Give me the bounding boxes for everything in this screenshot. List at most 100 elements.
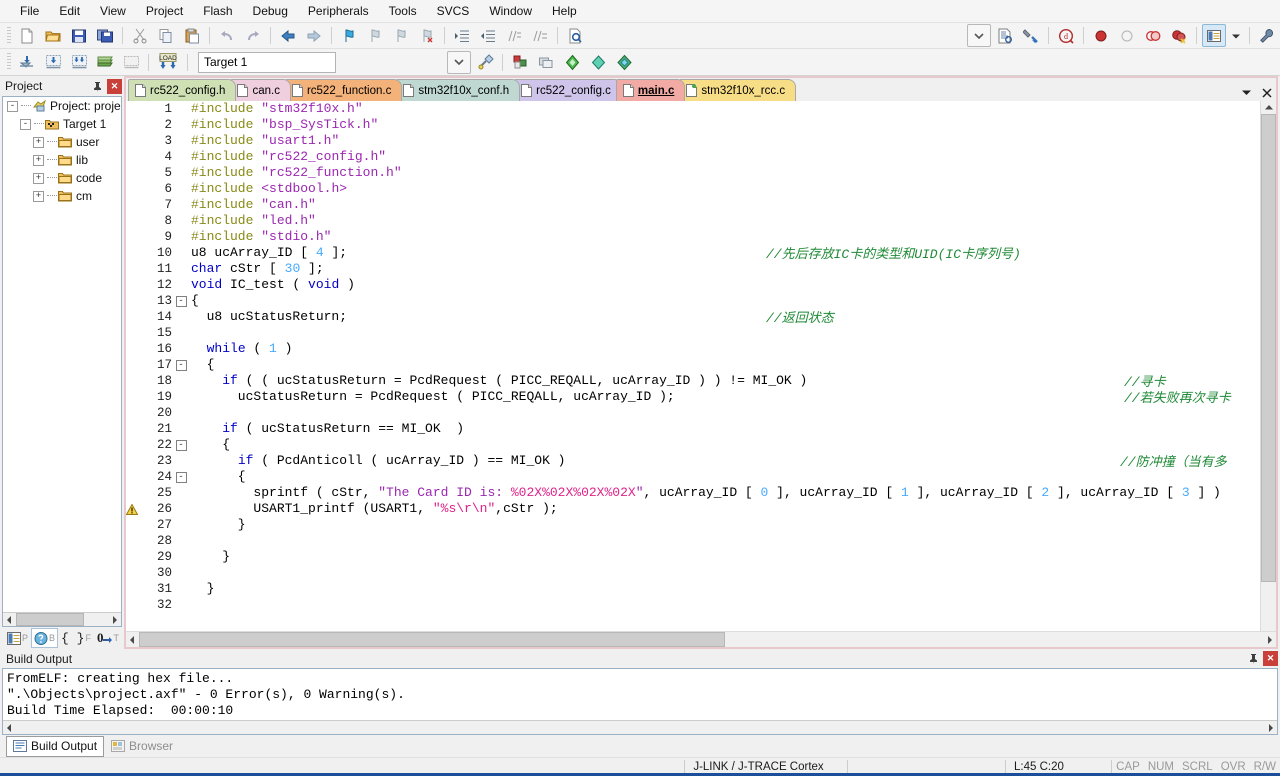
project-tree[interactable]: -Project: proje-Target 1+user+lib+code+c…: [2, 96, 122, 627]
toolbar-grip[interactable]: [7, 27, 11, 45]
code-vscrollbar[interactable]: [1260, 101, 1276, 631]
tree-node-lib[interactable]: +lib: [3, 151, 121, 169]
stop-build-icon[interactable]: [119, 51, 143, 74]
undo-icon[interactable]: [215, 24, 239, 47]
warning-icon[interactable]: [126, 504, 144, 515]
scroll-left-arrow[interactable]: [126, 634, 139, 646]
code-line[interactable]: 20: [126, 405, 1260, 421]
target-selector[interactable]: Target 1: [198, 52, 336, 73]
new-file-icon[interactable]: [15, 24, 39, 47]
manage-project-items-icon[interactable]: [534, 51, 558, 74]
scroll-up-arrow[interactable]: [1262, 101, 1275, 114]
code-line[interactable]: 29 }: [126, 549, 1260, 565]
code-line[interactable]: 18 if ( ( ucStatusReturn = PcdRequest ( …: [126, 373, 1260, 389]
tree-node-user[interactable]: +user: [3, 133, 121, 151]
start-debug-icon[interactable]: d: [1054, 24, 1078, 47]
pin-icon[interactable]: [90, 79, 105, 94]
editor-tab-can-c[interactable]: can.c: [230, 79, 291, 101]
pin-icon[interactable]: [1246, 651, 1261, 666]
code-line[interactable]: 14 u8 ucStatusReturn;: [126, 309, 1260, 325]
code-text-area[interactable]: 1#include "stm32f10x.h"2#include "bsp_Sy…: [126, 101, 1260, 631]
code-line[interactable]: 17- {: [126, 357, 1260, 373]
menu-item-debug[interactable]: Debug: [243, 2, 298, 20]
next-bookmark-icon[interactable]: [363, 24, 387, 47]
menu-item-flash[interactable]: Flash: [193, 2, 242, 20]
editor-tab-rc522-config-h[interactable]: rc522_config.h: [128, 79, 236, 101]
code-line[interactable]: 16 while ( 1 ): [126, 341, 1260, 357]
code-line[interactable]: 30: [126, 565, 1260, 581]
toggle-bookmark-icon[interactable]: [337, 24, 361, 47]
code-line[interactable]: 21 if ( ucStatusReturn == MI_OK ): [126, 421, 1260, 437]
copy-icon[interactable]: [154, 24, 178, 47]
scroll-left-arrow[interactable]: [3, 614, 16, 626]
open-file-icon[interactable]: [41, 24, 65, 47]
search-dropdown-icon[interactable]: [967, 24, 991, 47]
scroll-left-arrow[interactable]: [3, 722, 16, 734]
chevron-down-icon[interactable]: [1239, 89, 1254, 97]
expand-expander-icon[interactable]: +: [33, 173, 44, 184]
code-line[interactable]: 10u8 ucArray_ID [ 4 ];: [126, 245, 1260, 261]
menu-item-view[interactable]: View: [90, 2, 136, 20]
menu-item-tools[interactable]: Tools: [379, 2, 427, 20]
code-hscrollbar[interactable]: [126, 631, 1276, 647]
code-line[interactable]: 32: [126, 597, 1260, 613]
rebuild-all-icon[interactable]: [67, 51, 91, 74]
templates-tab[interactable]: 0 T: [94, 628, 122, 648]
code-line[interactable]: 5#include "rc522_function.h": [126, 165, 1260, 181]
code-line[interactable]: 23 if ( PcdAnticoll ( ucArray_ID ) == MI…: [126, 453, 1260, 469]
collapse-expander-icon[interactable]: -: [7, 101, 18, 112]
expand-expander-icon[interactable]: +: [33, 155, 44, 166]
navigate-forward-icon[interactable]: [302, 24, 326, 47]
editor-tab-rc522-function-c[interactable]: rc522_function.c: [285, 79, 402, 101]
scroll-right-arrow[interactable]: [108, 614, 121, 626]
manage-components-icon[interactable]: [508, 51, 532, 74]
save-icon[interactable]: [67, 24, 91, 47]
tab-build-output[interactable]: Build Output: [6, 736, 104, 757]
menu-item-peripherals[interactable]: Peripherals: [298, 2, 379, 20]
code-line[interactable]: 15: [126, 325, 1260, 341]
build-output-log-area[interactable]: FromELF: creating hex file... ".\Objects…: [2, 668, 1278, 735]
editor-tab-stm32f10x-rcc-c[interactable]: stm32f10x_rcc.c: [679, 79, 796, 101]
code-line[interactable]: 13-{: [126, 293, 1260, 309]
project-tree-hscrollbar[interactable]: [3, 612, 121, 626]
comment-lines-icon[interactable]: [502, 24, 526, 47]
editor-tab-main-c[interactable]: main.c: [616, 79, 685, 101]
tree-node-project-proje[interactable]: -Project: proje: [3, 97, 121, 115]
menu-item-project[interactable]: Project: [136, 2, 193, 20]
scroll-thumb[interactable]: [139, 632, 725, 647]
find-in-files-icon[interactable]: [563, 24, 587, 47]
menu-item-help[interactable]: Help: [542, 2, 587, 20]
scroll-right-arrow[interactable]: [1263, 634, 1276, 646]
code-line[interactable]: 24- {: [126, 469, 1260, 485]
configure-debug-icon[interactable]: [1019, 24, 1043, 47]
disable-all-breakpoints-icon[interactable]: [1141, 24, 1165, 47]
tree-node-code[interactable]: +code: [3, 169, 121, 187]
menu-item-edit[interactable]: Edit: [49, 2, 90, 20]
navigate-back-icon[interactable]: [276, 24, 300, 47]
expand-expander-icon[interactable]: +: [33, 191, 44, 202]
scroll-thumb[interactable]: [1261, 114, 1276, 582]
tab-browser[interactable]: Browser: [104, 736, 180, 757]
fold-toggle-icon[interactable]: -: [174, 360, 188, 371]
pack-installer-icon[interactable]: [586, 51, 610, 74]
download-icon[interactable]: LOAD: [154, 51, 182, 74]
close-icon[interactable]: [1260, 88, 1274, 98]
code-line[interactable]: 4#include "rc522_config.h": [126, 149, 1260, 165]
collapse-expander-icon[interactable]: -: [20, 119, 31, 130]
multi-project-icon[interactable]: [560, 51, 584, 74]
code-line[interactable]: 9#include "stdio.h": [126, 229, 1260, 245]
pack-installer-alt-icon[interactable]: [612, 51, 636, 74]
project-tab[interactable]: P: [4, 628, 31, 648]
batch-build-icon[interactable]: [93, 51, 117, 74]
code-line[interactable]: 19 ucStatusReturn = PcdRequest ( PICC_RE…: [126, 389, 1260, 405]
fold-toggle-icon[interactable]: -: [174, 296, 188, 307]
code-line[interactable]: 2#include "bsp_SysTick.h": [126, 117, 1260, 133]
functions-tab[interactable]: { } F: [58, 628, 94, 648]
indent-right-icon[interactable]: [450, 24, 474, 47]
code-line[interactable]: 22- {: [126, 437, 1260, 453]
close-icon[interactable]: ✕: [1263, 651, 1278, 666]
toolbar-grip[interactable]: [7, 53, 11, 71]
insert-breakpoint-icon[interactable]: [1089, 24, 1113, 47]
scroll-thumb[interactable]: [16, 613, 84, 626]
code-line[interactable]: 11char cStr [ 30 ];: [126, 261, 1260, 277]
